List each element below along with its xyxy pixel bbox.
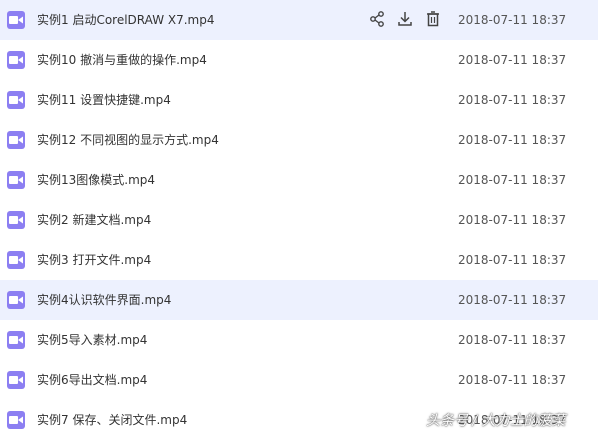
watermark: 头条号 / 大力士的菠菜 <box>426 413 566 429</box>
file-row[interactable]: 实例13图像模式.mp4 2018-07-11 18:37 <box>0 160 598 200</box>
file-date: 2018-07-11 18:37 <box>458 333 567 347</box>
video-file-icon <box>7 131 25 149</box>
file-name[interactable]: 实例7 保存、关闭文件.mp4 <box>37 411 187 429</box>
video-file-icon <box>7 11 25 29</box>
download-icon[interactable] <box>396 10 414 28</box>
file-date: 2018-07-11 18:37 <box>458 213 567 227</box>
trash-icon[interactable] <box>424 10 442 28</box>
file-row[interactable]: 实例6导出文档.mp4 2018-07-11 18:37 <box>0 360 598 400</box>
file-date: 2018-07-11 18:37 <box>458 13 567 27</box>
file-date: 2018-07-11 18:37 <box>458 173 567 187</box>
file-name[interactable]: 实例3 打开文件.mp4 <box>37 251 151 269</box>
file-row[interactable]: 实例1 启动CorelDRAW X7.mp4 2018-07-11 18:37 <box>0 0 598 40</box>
video-file-icon <box>7 371 25 389</box>
file-row[interactable]: 实例5导入素材.mp4 2018-07-11 18:37 <box>0 320 598 360</box>
video-file-icon <box>7 51 25 69</box>
file-row[interactable]: 实例11 设置快捷键.mp4 2018-07-11 18:37 <box>0 80 598 120</box>
file-date: 2018-07-11 18:37 <box>458 93 567 107</box>
file-name[interactable]: 实例1 启动CorelDRAW X7.mp4 <box>37 11 215 29</box>
file-date: 2018-07-11 18:37 <box>458 133 567 147</box>
file-date: 2018-07-11 18:37 <box>458 293 567 307</box>
file-row[interactable]: 实例3 打开文件.mp4 2018-07-11 18:37 <box>0 240 598 280</box>
file-name[interactable]: 实例13图像模式.mp4 <box>37 171 155 189</box>
file-name[interactable]: 实例12 不同视图的显示方式.mp4 <box>37 131 219 149</box>
file-date: 2018-07-11 18:37 <box>458 253 567 267</box>
video-file-icon <box>7 211 25 229</box>
file-name[interactable]: 实例2 新建文档.mp4 <box>37 211 151 229</box>
video-file-icon <box>7 251 25 269</box>
video-file-icon <box>7 171 25 189</box>
file-row[interactable]: 实例12 不同视图的显示方式.mp4 2018-07-11 18:37 <box>0 120 598 160</box>
file-date: 2018-07-11 18:37 <box>458 53 567 67</box>
file-name[interactable]: 实例10 撤消与重做的操作.mp4 <box>37 51 207 69</box>
file-name[interactable]: 实例11 设置快捷键.mp4 <box>37 91 171 109</box>
file-row[interactable]: 实例2 新建文档.mp4 2018-07-11 18:37 <box>0 200 598 240</box>
file-row[interactable]: 实例10 撤消与重做的操作.mp4 2018-07-11 18:37 <box>0 40 598 80</box>
row-actions <box>368 10 442 30</box>
share-icon[interactable] <box>368 10 386 28</box>
file-row[interactable]: 实例4认识软件界面.mp4 2018-07-11 18:37 <box>0 280 598 320</box>
file-date: 2018-07-11 18:37 <box>458 373 567 387</box>
video-file-icon <box>7 291 25 309</box>
file-name[interactable]: 实例5导入素材.mp4 <box>37 331 147 349</box>
video-file-icon <box>7 411 25 429</box>
file-name[interactable]: 实例6导出文档.mp4 <box>37 371 147 389</box>
video-file-icon <box>7 331 25 349</box>
video-file-icon <box>7 91 25 109</box>
file-name[interactable]: 实例4认识软件界面.mp4 <box>37 291 171 309</box>
